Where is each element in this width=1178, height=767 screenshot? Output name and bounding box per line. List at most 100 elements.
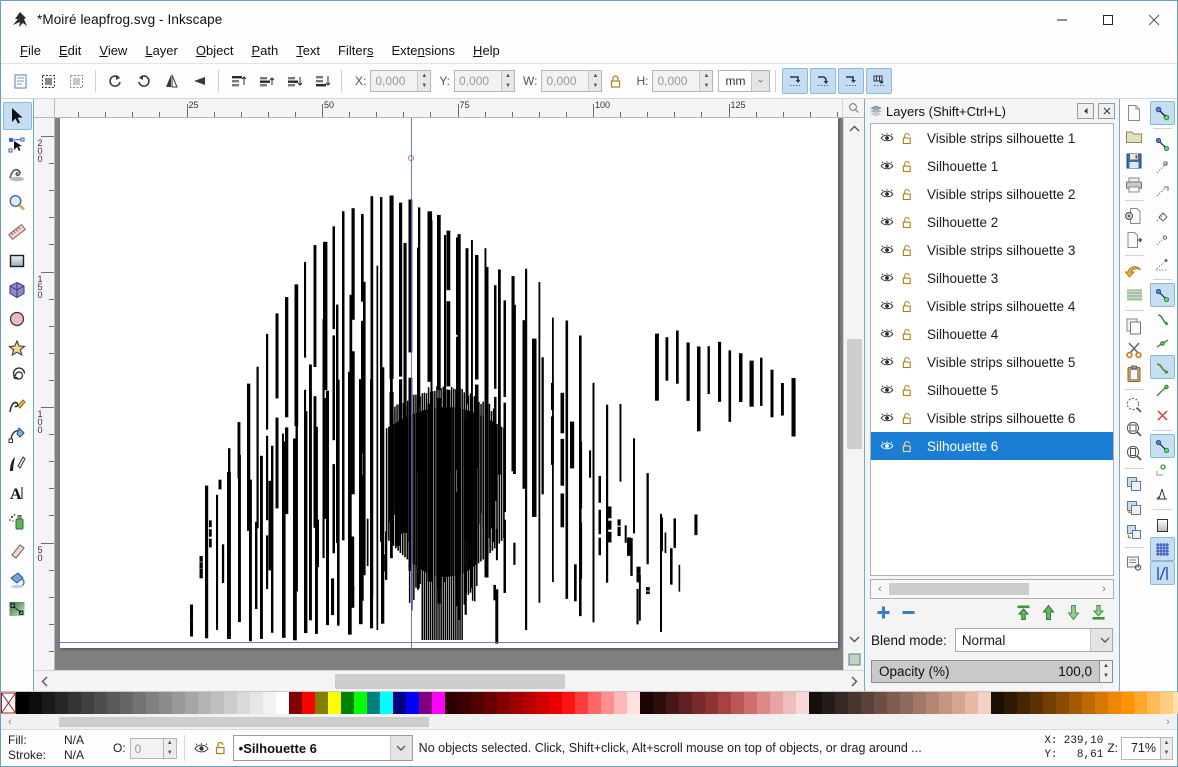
snap-cusp-nodes-toggle[interactable] [1150,331,1175,355]
vertical-scroll-thumb[interactable] [847,339,862,449]
export-button[interactable] [1122,228,1147,252]
bezier-tool[interactable] [3,421,32,449]
ellipse-tool[interactable] [3,305,32,333]
palette-swatch[interactable] [263,692,276,714]
palette-swatch[interactable] [159,692,172,714]
layer-row[interactable]: Visible strips silhouette 3 [871,236,1113,264]
affect-stroke-width-toggle[interactable] [782,68,808,94]
layer-row[interactable]: Silhouette 6 [871,432,1113,460]
palette-swatch[interactable] [250,692,263,714]
vertical-scroll-track[interactable] [844,139,865,628]
layer-lock-toggle[interactable] [897,216,917,229]
paint-bucket-tool[interactable] [3,566,32,594]
box3d-tool[interactable] [3,276,32,304]
layer-visibility-toggle[interactable] [877,329,897,339]
h-spin-arrows[interactable]: ▲▼ [699,71,712,91]
rotate-ccw-button[interactable] [102,68,128,94]
affect-patterns-toggle[interactable] [866,68,892,94]
palette-swatch[interactable] [1134,692,1147,714]
zoom-page-button[interactable] [1122,441,1147,465]
palette-swatch[interactable] [432,692,445,714]
palette-swatch[interactable] [1160,692,1173,714]
layer-visibility-toggle[interactable] [877,217,897,227]
layer-visibility-toggle[interactable] [877,385,897,395]
palette-swatch[interactable] [627,692,640,714]
palette-swatch[interactable] [848,692,861,714]
current-layer-select[interactable]: •Silhouette 6 [233,735,413,761]
palette-swatch[interactable] [315,692,328,714]
w-input[interactable] [542,71,588,91]
palette-swatch[interactable] [497,692,510,714]
y-input[interactable] [455,71,501,91]
layers-list[interactable]: Visible strips silhouette 1Silhouette 1V… [870,123,1114,576]
zoom-selection-button[interactable] [1122,393,1147,417]
zoom-drawing-button[interactable] [1122,417,1147,441]
palette-swatch[interactable] [601,692,614,714]
w-spinner[interactable]: ▲▼ [541,70,602,92]
snap-smooth-nodes-toggle[interactable] [1150,355,1175,379]
menu-object[interactable]: Object [187,40,243,61]
chevron-right-icon[interactable]: › [1095,583,1113,595]
palette-swatch[interactable] [406,692,419,714]
guide-handle[interactable] [408,155,414,161]
horizontal-guide[interactable] [55,642,843,643]
chevron-left-icon[interactable]: ‹ [1,716,19,728]
spray-tool[interactable] [3,508,32,536]
snap-paths-toggle[interactable] [1150,283,1175,307]
affect-rounded-corners-toggle[interactable] [810,68,836,94]
chevron-right-icon[interactable]: › [1159,716,1177,728]
snap-bbox-corners-toggle[interactable] [1150,180,1175,204]
open-document-button[interactable] [1122,125,1147,149]
opacity-input[interactable]: 0 [130,738,164,759]
palette-swatch[interactable] [354,692,367,714]
snap-midpoints-toggle[interactable] [1150,379,1175,403]
opacity-slider[interactable]: Opacity (%) 100,0 [871,660,1100,683]
layer-lock-toggle[interactable] [897,160,917,173]
layer-row[interactable]: Silhouette 3 [871,264,1113,292]
print-document-button[interactable] [1122,173,1147,197]
node-tool[interactable] [3,131,32,159]
vertical-ruler[interactable]: 20015010050 [34,118,55,670]
palette-swatch[interactable] [29,692,42,714]
palette-swatch[interactable] [510,692,523,714]
unit-selector[interactable]: mm [718,70,770,92]
palette-swatch[interactable] [952,692,965,714]
text-tool[interactable]: A [3,479,32,507]
menu-edit[interactable]: Edit [50,40,90,61]
snap-nodes-toggle[interactable] [1150,252,1175,276]
layer-row[interactable]: Silhouette 2 [871,208,1113,236]
palette-swatch[interactable] [16,692,29,714]
palette-swatch[interactable] [783,692,796,714]
palette-scroll-thumb[interactable] [59,717,429,727]
menu-path[interactable]: Path [242,40,287,61]
menu-help[interactable]: Help [464,40,509,61]
rotate-cw-button[interactable] [130,68,156,94]
palette-swatch[interactable] [796,692,809,714]
menu-view[interactable]: View [90,40,136,61]
palette-swatch[interactable] [224,692,237,714]
menu-extensions[interactable]: Extensions [382,40,464,61]
palette-swatch[interactable] [68,692,81,714]
palette-swatch[interactable] [900,692,913,714]
tweak-tool[interactable] [3,160,32,188]
palette-swatch[interactable] [614,692,627,714]
xml-editor-button[interactable] [1122,551,1147,575]
palette-swatch[interactable] [146,692,159,714]
remove-layer-button[interactable] [897,601,919,623]
gradient-tool[interactable] [3,595,32,623]
layer-visibility-toggle[interactable] [877,413,897,423]
scroll-down-button[interactable] [844,628,865,649]
palette-swatch[interactable] [887,692,900,714]
palette-swatch[interactable] [822,692,835,714]
layer-row[interactable]: Visible strips silhouette 6 [871,404,1113,432]
palette-swatch[interactable] [679,692,692,714]
copy-button[interactable] [1122,314,1147,338]
layer-lock-toggle[interactable] [897,412,917,425]
save-document-button[interactable] [1122,149,1147,173]
menu-layer[interactable]: Layer [136,40,187,61]
scroll-up-button[interactable] [844,118,865,139]
palette-swatch[interactable] [1004,692,1017,714]
palette-swatch[interactable] [42,692,55,714]
horizontal-scrollbar[interactable] [34,670,864,691]
snap-others-toggle[interactable] [1150,403,1175,427]
